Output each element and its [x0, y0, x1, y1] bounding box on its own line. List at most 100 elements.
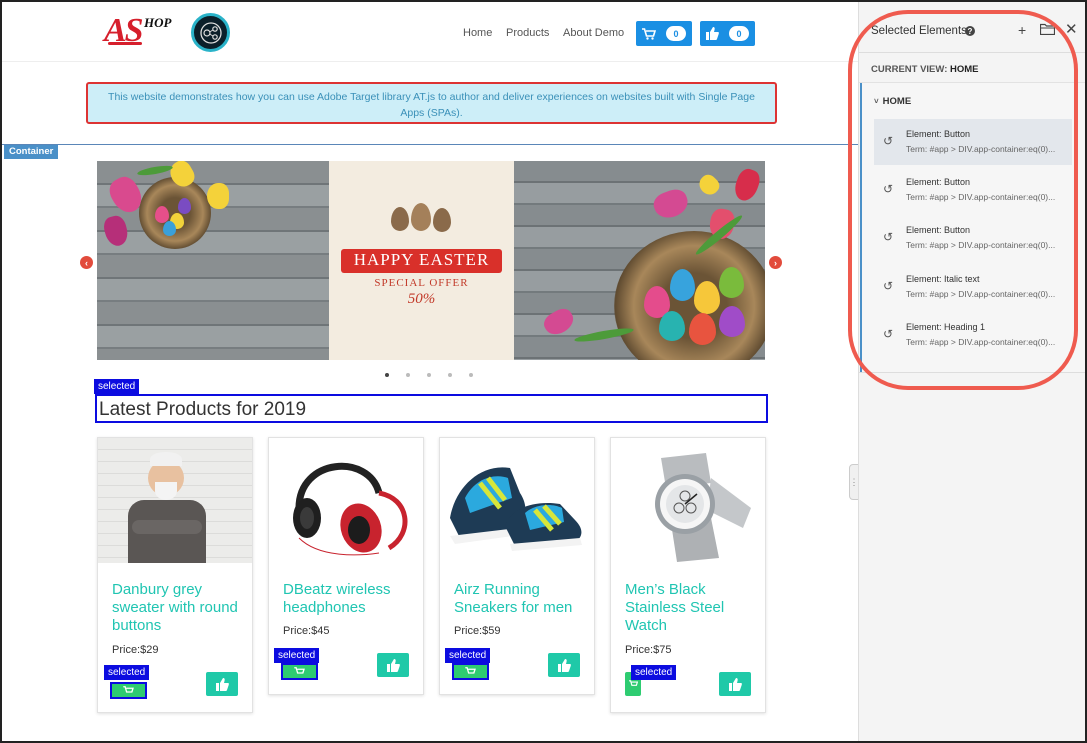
history-icon[interactable]: ↺: [883, 279, 893, 293]
nav-link-home[interactable]: Home: [463, 27, 492, 39]
product-name[interactable]: DBeatz wireless headphones: [283, 581, 418, 617]
view-group-label: HOME: [882, 96, 912, 107]
product-card[interactable]: Men’s Black Stainless Steel Watch Price:…: [610, 437, 766, 713]
product-price: Price:$59: [454, 625, 501, 637]
thumbs-up-icon: [557, 658, 571, 672]
product-card[interactable]: DBeatz wireless headphones Price:$45 sel…: [268, 437, 424, 695]
app-window: AS HOP Home Products About Demo 0 0 This…: [0, 0, 1087, 743]
chevron-down-icon: ˅: [874, 97, 879, 106]
nav-link-about-demo[interactable]: About Demo: [563, 27, 624, 39]
element-type: Element: Button: [906, 177, 971, 187]
selected-badge: selected: [104, 665, 150, 680]
carousel-image-left: [97, 161, 329, 360]
folder-icon[interactable]: [1039, 22, 1056, 38]
like-button[interactable]: [377, 653, 409, 677]
selected-badge: selected: [94, 379, 140, 394]
history-icon[interactable]: ↺: [883, 182, 893, 196]
panel-title: Selected Elements: [871, 25, 967, 37]
carousel-prev-button[interactable]: ‹: [80, 256, 93, 269]
product-image[interactable]: [440, 438, 594, 563]
offer-subtitle: SPECIAL OFFER: [374, 277, 469, 289]
view-group-home: ˅ HOME ↺ Element: Button Term: #app > DIV…: [860, 83, 1085, 372]
element-type: Element: Button: [906, 129, 971, 139]
likes-count: 0: [729, 26, 749, 41]
history-icon[interactable]: ↺: [883, 134, 893, 148]
current-view: CURRENT VIEW: HOME: [871, 64, 979, 75]
heading-selection-box[interactable]: Latest Products for 2019: [95, 394, 768, 423]
panel-divider: [859, 52, 1085, 53]
element-term: Term: #app > DIV.app-container:eq(0)...: [906, 240, 1056, 250]
product-name[interactable]: Airz Running Sneakers for men: [454, 581, 589, 617]
product-price: Price:$29: [112, 644, 159, 656]
thumbs-up-icon: [706, 27, 719, 40]
element-type: Element: Button: [906, 225, 971, 235]
carousel-dots: [385, 373, 473, 377]
cart-icon: [628, 680, 638, 686]
thumbs-up-icon: [215, 677, 229, 691]
element-type: Element: Heading 1: [906, 322, 986, 332]
thumbs-up-icon: [386, 658, 400, 672]
offer-title: HAPPY EASTER: [353, 250, 490, 269]
product-card[interactable]: Airz Running Sneakers for men Price:$59 …: [439, 437, 595, 695]
help-icon[interactable]: ?: [965, 26, 975, 36]
thumbs-up-icon: [728, 677, 742, 691]
product-price: Price:$45: [283, 625, 330, 637]
cart-icon: [294, 667, 305, 674]
add-to-cart-button[interactable]: [110, 682, 147, 699]
offer-percent: 50%: [407, 291, 436, 307]
product-card[interactable]: Danbury grey sweater with round buttons …: [97, 437, 253, 713]
view-group-header[interactable]: ˅ HOME: [874, 96, 911, 107]
selected-element-item[interactable]: ↺ Element: Heading 1 Term: #app > DIV.ap…: [874, 312, 1072, 358]
history-icon[interactable]: ↺: [883, 327, 893, 341]
close-icon[interactable]: ✕: [1065, 22, 1078, 38]
add-to-cart-button[interactable]: [281, 663, 318, 680]
product-name[interactable]: Men’s Black Stainless Steel Watch: [625, 581, 760, 635]
cart-icon: [465, 667, 476, 674]
cart-button[interactable]: 0: [636, 21, 692, 46]
shop-logo[interactable]: AS HOP: [104, 12, 186, 50]
selected-badge: selected: [274, 648, 320, 663]
section-heading[interactable]: Latest Products for 2019: [99, 399, 306, 421]
product-image[interactable]: [98, 438, 252, 563]
website-canvas: AS HOP Home Products About Demo 0 0 This…: [2, 2, 858, 741]
like-button[interactable]: [548, 653, 580, 677]
logo-text: HOP: [144, 15, 172, 30]
element-term: Term: #app > DIV.app-container:eq(0)...: [906, 192, 1056, 202]
selected-element-item[interactable]: ↺ Element: Italic text Term: #app > DIV.…: [874, 264, 1072, 310]
cart-icon: [642, 27, 656, 40]
carousel-dot[interactable]: [385, 373, 389, 377]
carousel-dot[interactable]: [469, 373, 473, 377]
current-view-label: CURRENT VIEW:: [871, 64, 948, 75]
add-icon[interactable]: +: [1018, 22, 1026, 38]
likes-button[interactable]: 0: [700, 21, 755, 46]
carousel-dot[interactable]: [448, 373, 452, 377]
carousel-image-right: [514, 161, 765, 360]
selected-element-item[interactable]: ↺ Element: Button Term: #app > DIV.app-c…: [874, 119, 1072, 165]
current-view-value: HOME: [950, 64, 979, 75]
selected-element-item[interactable]: ↺ Element: Button Term: #app > DIV.app-c…: [874, 167, 1072, 213]
product-image[interactable]: [611, 438, 765, 563]
cart-count: 0: [666, 26, 686, 41]
cart-icon: [123, 686, 134, 693]
element-term: Term: #app > DIV.app-container:eq(0)...: [906, 289, 1056, 299]
carousel-next-button[interactable]: ›: [769, 256, 782, 269]
container-label[interactable]: Container: [4, 145, 59, 159]
logo-underline: [108, 42, 142, 45]
history-icon[interactable]: ↺: [883, 230, 893, 244]
adobe-target-icon: [191, 13, 230, 52]
carousel-dot[interactable]: [406, 373, 410, 377]
carousel-dot[interactable]: [427, 373, 431, 377]
like-button[interactable]: [719, 672, 751, 696]
product-image[interactable]: [269, 438, 423, 563]
selected-badge: selected: [445, 648, 491, 663]
element-type: Element: Italic text: [906, 274, 980, 284]
panel-divider: [859, 372, 1085, 373]
selected-element-item[interactable]: ↺ Element: Button Term: #app > DIV.app-c…: [874, 215, 1072, 261]
carousel-image-center: HAPPY EASTER SPECIAL OFFER 50%: [329, 161, 514, 360]
nav-link-products[interactable]: Products: [506, 27, 549, 39]
selected-badge: selected: [631, 665, 677, 680]
add-to-cart-button[interactable]: [452, 663, 489, 680]
like-button[interactable]: [206, 672, 238, 696]
product-name[interactable]: Danbury grey sweater with round buttons: [112, 581, 247, 635]
hero-carousel[interactable]: HAPPY EASTER SPECIAL OFFER 50%: [97, 161, 765, 360]
